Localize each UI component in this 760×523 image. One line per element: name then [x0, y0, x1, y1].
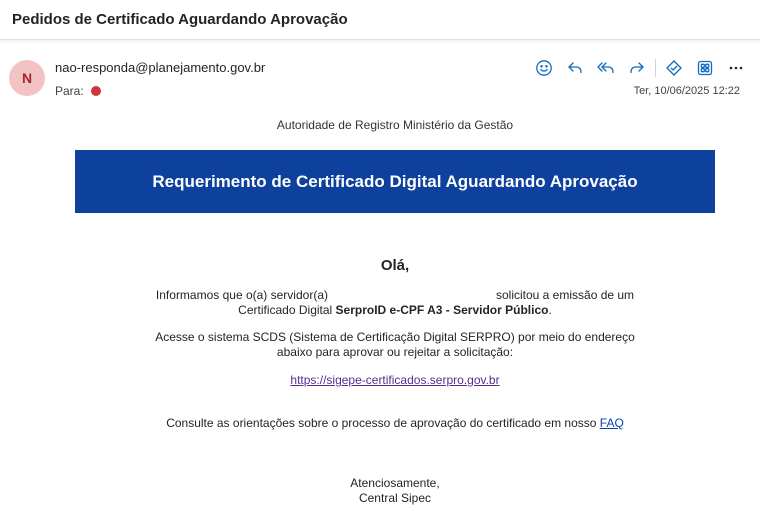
request-paragraph: Informamos que o(a) servidor(a) solicitou…	[0, 288, 760, 318]
link-row: https://sigepe-certificados.serpro.gov.b…	[0, 373, 760, 387]
email-subject: Pedidos de Certificado Aguardando Aprova…	[12, 11, 348, 28]
sender-address[interactable]: nao-responda@planejamento.gov.br	[55, 60, 265, 75]
faq-text: Consulte as orientações sobre o processo…	[166, 416, 600, 430]
message-timestamp: Ter, 10/06/2025 12:22	[633, 85, 740, 97]
subject-bar: Pedidos de Certificado Aguardando Aprova…	[0, 0, 760, 40]
email-banner: Requerimento de Certificado Digital Agua…	[75, 150, 715, 213]
closing-line-2: Central Sipec	[358, 491, 432, 505]
reply-button[interactable]	[565, 58, 585, 78]
reply-all-button[interactable]	[596, 58, 616, 78]
categorize-button[interactable]	[664, 58, 684, 78]
faq-link[interactable]: FAQ	[600, 416, 624, 430]
p1-text-a: Informamos que o(a) servidor(a)	[155, 288, 328, 302]
p1-text-end: .	[548, 303, 552, 317]
reply-all-icon	[597, 62, 614, 74]
forward-icon	[630, 62, 644, 74]
p2-line-2: abaixo para aprovar ou rejeitar a solici…	[276, 345, 514, 359]
emoji-icon	[536, 60, 552, 76]
apps-button[interactable]	[695, 58, 715, 78]
scds-link[interactable]: https://sigepe-certificados.serpro.gov.b…	[290, 373, 499, 387]
instructions-paragraph: Acesse o sistema SCDS (Sistema de Certif…	[0, 330, 760, 360]
banner-title: Requerimento de Certificado Digital Agua…	[152, 171, 638, 191]
avatar-initial: N	[21, 70, 33, 86]
emoji-reaction-button[interactable]	[534, 58, 554, 78]
p1-text-b: solicitou a emissão de um	[495, 288, 635, 302]
greeting: Olá,	[380, 257, 410, 274]
sender-avatar[interactable]: N	[9, 60, 45, 96]
to-label: Para:	[55, 84, 84, 98]
action-divider	[655, 59, 656, 77]
closing-line-1: Atenciosamente,	[350, 476, 440, 490]
faq-paragraph: Consulte as orientações sobre o processo…	[0, 416, 760, 431]
reply-icon	[568, 62, 582, 74]
more-actions-button[interactable]	[726, 58, 746, 78]
recipients-row: Para:	[55, 84, 101, 98]
organization-name: Autoridade de Registro Ministério da Ges…	[276, 118, 514, 132]
message-actions	[523, 57, 746, 79]
p2-line-1: Acesse o sistema SCDS (Sistema de Certif…	[155, 330, 635, 344]
more-icon	[729, 66, 743, 70]
recipient-status-dot[interactable]	[90, 86, 101, 96]
p1-text-c: Certificado Digital	[238, 303, 336, 317]
certificate-type: SerproID e-CPF A3 - Servidor Público	[335, 303, 549, 317]
closing: Atenciosamente, Central Sipec	[0, 476, 760, 506]
apps-icon	[697, 60, 713, 76]
forward-button[interactable]	[627, 58, 647, 78]
tag-icon	[666, 60, 682, 76]
